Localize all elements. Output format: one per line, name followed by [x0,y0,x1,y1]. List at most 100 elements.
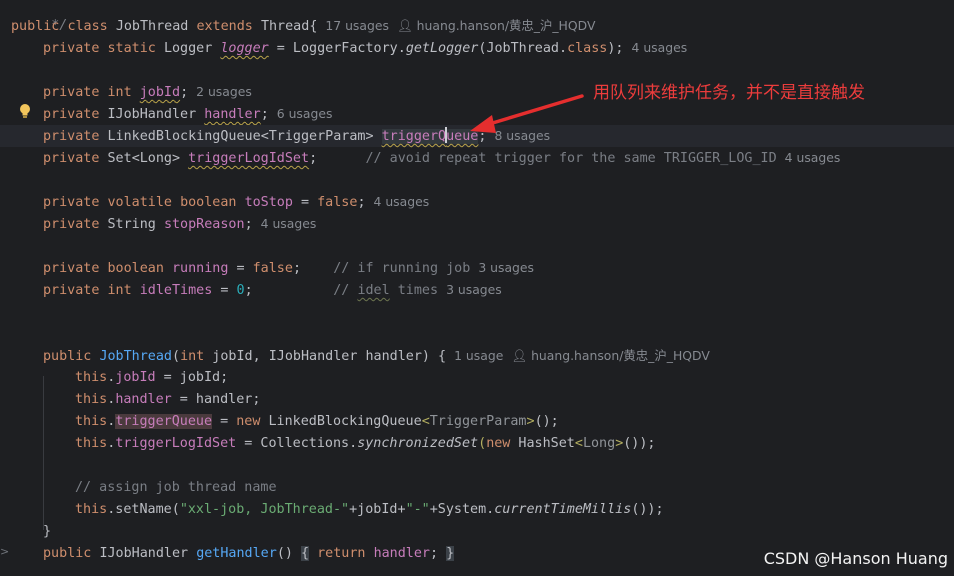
string-literal: "-" [405,502,430,517]
statement-end: ; [180,85,189,100]
code-line-comment-end[interactable]: */ [19,0,67,33]
literal-value: false [317,195,358,210]
close-brace: } [43,524,52,539]
comment-part: // [333,283,358,298]
keyword: private [43,151,100,166]
code-line-constructor[interactable]: public JobThread(int jobId, IJobHandler … [43,345,710,367]
code-line-idletimes[interactable]: private int idleTimes = 0; // idel times… [43,279,502,301]
field-name: toStop [244,195,293,210]
code-line-stopreason[interactable]: private String stopReason; 4 usages [43,213,316,235]
author-hint-text: huang.hanson/黄忠_沪_HQDV [531,348,710,363]
code-line-comment[interactable]: // assign job thread name [75,477,277,499]
keyword: new [486,436,511,451]
usages-hint[interactable]: 6 usages [277,106,333,121]
generic-close: > [365,129,374,144]
code-line-trigger-logidset[interactable]: private Set<Long> triggerLogIdSet; // av… [43,147,840,169]
paren-open: ( [172,349,181,364]
literal-value: false [252,261,293,276]
code-line-close-brace[interactable]: } [43,521,51,543]
code-line-class-decl[interactable]: public class JobThread extends Thread{17… [11,15,595,37]
field-name: handler [115,392,172,407]
line-comment: // avoid repeat trigger for the same TRI… [365,151,777,166]
keyword: extends [196,19,253,34]
generic-open: < [574,436,583,451]
keyword: int [180,349,205,364]
usages-hint[interactable]: 3 usages [446,282,502,297]
usages-hint[interactable]: 17 usages [325,18,389,33]
usages-hint[interactable]: 4 usages [261,216,317,231]
author-hint[interactable]: 👤︎ huang.hanson/黄忠_沪_HQDV [511,348,710,363]
field-name: triggerQueue [381,127,479,144]
method-name: JobThread [99,349,172,364]
keyword: int [107,283,132,298]
generic-close: > [526,414,535,429]
keyword: private [43,261,100,276]
keyword: class [567,41,608,56]
field-name: jobId [115,370,156,385]
args: (JobThread. [478,41,568,56]
code-line-assign-logidset[interactable]: this.triggerLogIdSet = Collections.synch… [75,433,656,455]
field-name: running [172,261,229,276]
keyword: boolean [180,195,237,210]
field-name: handler [373,546,430,561]
statement-end: ; [309,151,318,166]
folded-brace-open[interactable]: { [301,546,310,561]
type-name: Set [107,151,132,166]
code-line-running[interactable]: private boolean running = false; // if r… [43,257,534,279]
author-hint-text: huang.hanson/黄忠_沪_HQDV [416,18,596,33]
annotation-text: 用队列来维护任务，并不是直接触发 [593,83,865,103]
keyword: this [75,502,108,517]
indent-guide [43,376,44,530]
type-name: LinkedBlockingQueue [260,414,422,429]
usages-hint[interactable]: 1 usage [454,348,503,363]
generic-close: > [172,151,181,166]
statement-end: ); [607,41,624,56]
code-line-assign-handler[interactable]: this.handler = handler; [75,389,260,411]
keyword: public [43,349,92,364]
lightbulb-icon[interactable] [18,103,32,119]
code-line-trigger-queue[interactable]: private LinkedBlockingQueue<TriggerParam… [0,125,954,147]
usages-hint[interactable]: 3 usages [478,260,534,275]
open-brace: { [309,19,318,34]
field-name: handler [204,107,261,122]
usages-hint[interactable]: 4 usages [632,40,688,55]
method-name: getHandler [196,546,277,561]
field-name-part: ueue [446,129,479,144]
code-line-setname[interactable]: this.setName("xxl-job, JobThread-"+jobId… [75,499,664,521]
generic-open: < [421,414,430,429]
code-line-tostop[interactable]: private volatile boolean toStop = false;… [43,191,429,213]
params: jobId, IJobHandler handler) [204,349,439,364]
assign-op: = Collections. [236,436,358,451]
keyword: volatile [107,195,173,210]
keyword: private [43,129,100,144]
statement-end: ; [244,217,253,232]
code-line-assign-jobid[interactable]: this.jobId = jobId; [75,367,228,389]
paren-open: ( [478,436,487,451]
keyword: private [43,41,100,56]
field-name: triggerQueue [115,414,213,429]
generic-open: < [131,151,140,166]
type-param: Long [139,151,172,166]
code-line-jobid[interactable]: private int jobId; 2 usages [43,81,252,103]
gutter-fold-marker[interactable]: > [0,545,9,558]
usages-hint[interactable]: 4 usages [374,194,430,209]
usages-hint[interactable]: 4 usages [785,150,841,165]
statement-end: ; [292,261,301,276]
type-name: LinkedBlockingQueue [107,129,261,144]
author-hint[interactable]: 👤︎ huang.hanson/黄忠_沪_HQDV [397,18,596,33]
usages-hint[interactable]: 8 usages [494,128,550,143]
code-line-assign-queue[interactable]: this.triggerQueue = new LinkedBlockingQu… [75,411,559,433]
code-line-gethandler[interactable]: public IJobHandler getHandler() { return… [43,543,455,565]
statement-end: ; [244,283,253,298]
keyword: public [43,546,92,561]
super-class: Thread [260,19,310,34]
type-name: IJobHandler [107,107,197,122]
code-line-handler[interactable]: private IJobHandler handler; 6 usages [43,103,332,125]
keyword: this [75,414,108,429]
keyword: int [107,85,132,100]
folded-brace-close[interactable]: } [446,546,455,561]
statement-end: (); [534,414,559,429]
code-line-logger[interactable]: private static Logger logger = LoggerFac… [43,37,687,59]
keyword: private [43,85,100,100]
usages-hint[interactable]: 2 usages [196,84,252,99]
